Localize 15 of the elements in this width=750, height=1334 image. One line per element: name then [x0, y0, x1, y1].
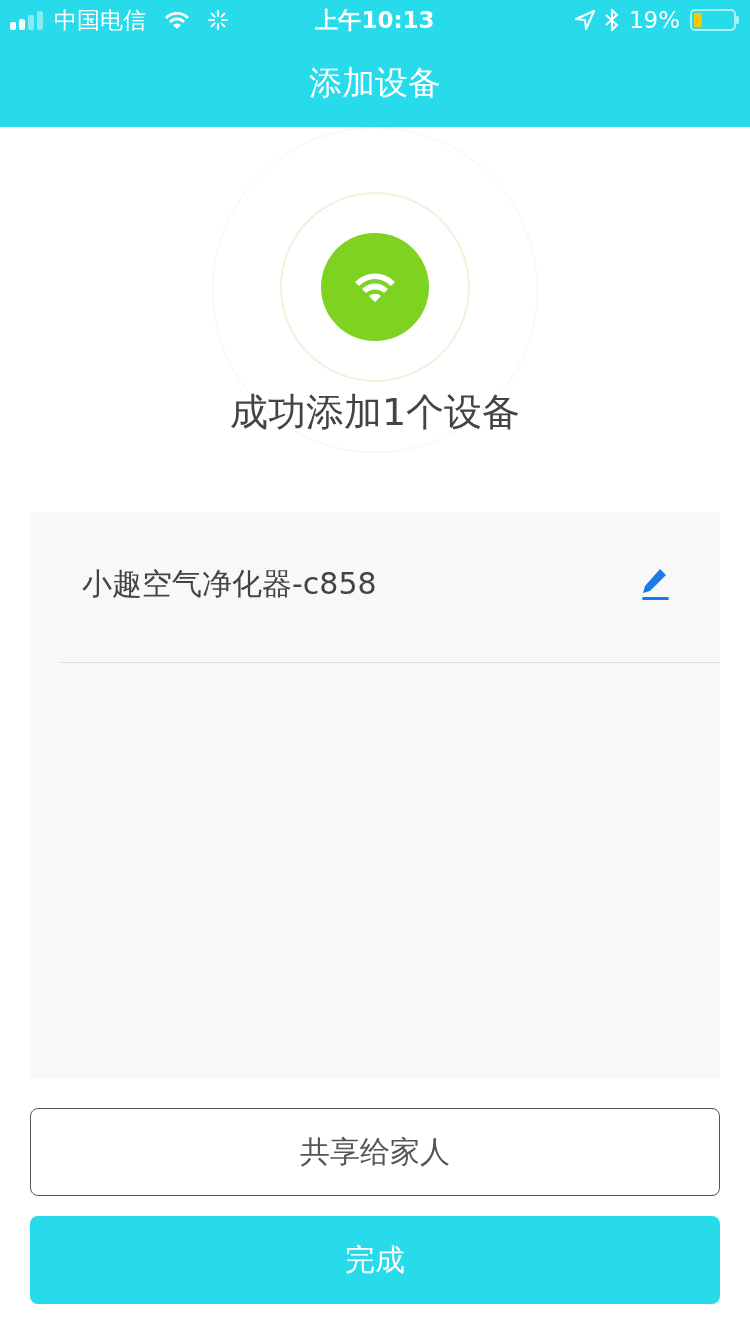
loading-spinner-icon [208, 10, 228, 30]
success-message: 成功添加1个设备 [229, 389, 521, 436]
edit-button[interactable] [640, 567, 670, 601]
battery-percent: 19% [628, 7, 680, 33]
status-time: 上午10:13 [315, 6, 435, 33]
wifi-icon [353, 271, 397, 303]
share-button[interactable]: 共享给家人 [30, 1108, 720, 1196]
page-title: 添加设备 [309, 62, 441, 104]
location-arrow-icon [574, 10, 595, 30]
carrier-name: 中国电信 [54, 5, 146, 35]
device-name: 小趣空气净化器-c858 [82, 564, 377, 603]
battery-icon [690, 9, 740, 31]
wifi-icon [164, 10, 190, 30]
signal-icon [10, 10, 46, 30]
bluetooth-icon [604, 9, 619, 31]
